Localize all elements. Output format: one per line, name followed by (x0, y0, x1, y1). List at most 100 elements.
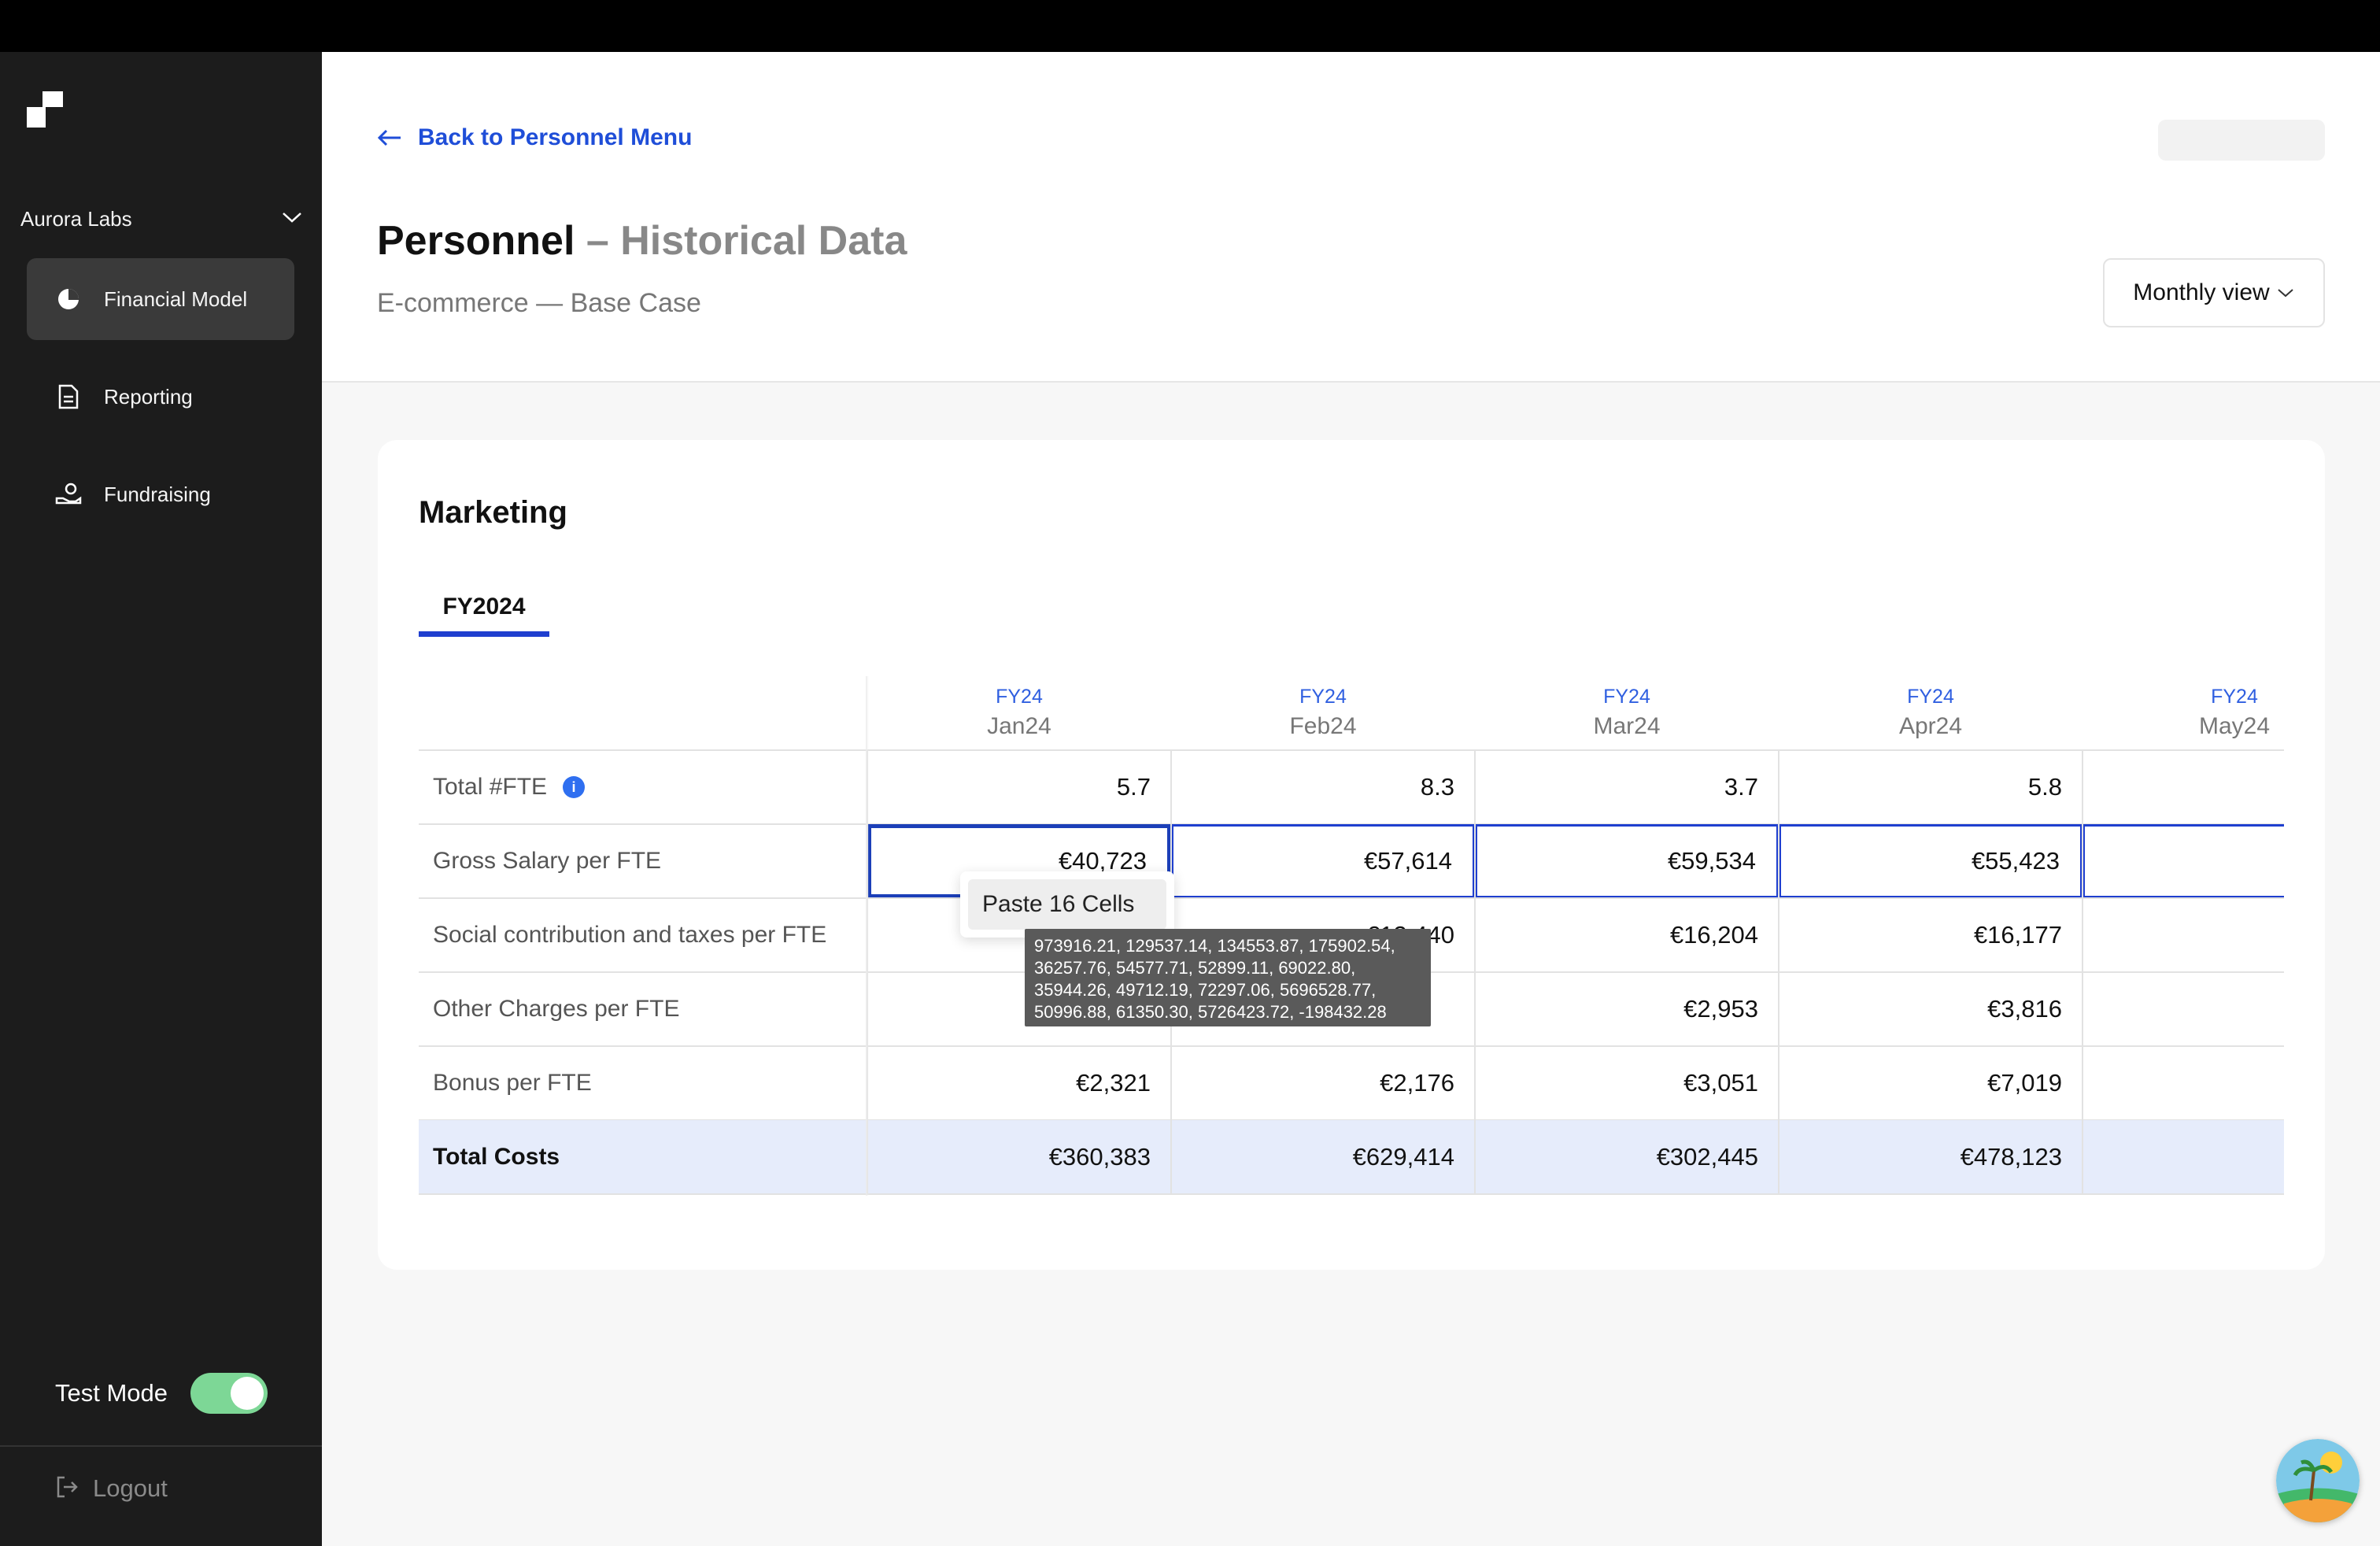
sidebar-item-label: Reporting (104, 384, 193, 409)
logout-label: Logout (93, 1474, 168, 1502)
table-cell[interactable]: 8 (2082, 750, 2284, 824)
assistant-avatar-button[interactable] (2276, 1439, 2360, 1522)
page-subtitle: E-commerce — Base Case (377, 288, 701, 318)
logout-button[interactable]: Logout (55, 1469, 168, 1508)
row-label-text: Social contribution and taxes per FTE (433, 922, 827, 948)
tooltip-line: 50996.88, 61350.30, 5726423.72, -198432.… (1034, 1002, 1387, 1022)
back-to-personnel-link[interactable]: Back to Personnel Menu (377, 124, 692, 151)
beach-avatar-icon (2276, 1439, 2360, 1522)
column-fiscal-year: FY24 (2211, 686, 2258, 708)
table-cell[interactable]: €2,321 (867, 1046, 1171, 1120)
row-label-text: Total Costs (433, 1144, 560, 1170)
hand-coins-icon (55, 481, 82, 508)
page-title-suffix: – Historical Data (575, 218, 907, 264)
row-label-text: Total #FTE (433, 774, 548, 800)
sidebar-item-fundraising[interactable]: Fundraising (27, 453, 294, 535)
column-fiscal-year: FY24 (1603, 686, 1650, 708)
column-header-feb24: FY24 Feb24 (1171, 676, 1475, 750)
sidebar-item-financial-model[interactable]: Financial Model (27, 258, 294, 340)
table-cell[interactable]: €10,2 (2082, 898, 2284, 972)
page-title: Personnel – Historical Data (377, 217, 907, 264)
table-cell[interactable]: €55,423 (1779, 824, 2082, 898)
column-divider (2082, 750, 2083, 1194)
table-cell[interactable]: €40,0 (2082, 824, 2284, 898)
table-row: Gross Salary per FTE €40,723 €57,614 €59,53… (419, 824, 2284, 898)
table-cell[interactable]: €7,019 (1779, 1046, 2082, 1120)
table-cell[interactable]: 3.7 (1475, 750, 1779, 824)
column-month: Jan24 (987, 713, 1051, 739)
view-mode-select[interactable]: Monthly view (2103, 258, 2325, 327)
sidebar-divider (0, 1445, 322, 1447)
table-row: Bonus per FTE €2,321€2,176€3,051€7,019€5,… (419, 1046, 2284, 1120)
sidebar-item-label: Fundraising (104, 482, 211, 506)
page-header: Back to Personnel Menu Personnel – Histo… (322, 52, 2380, 383)
chevron-down-icon (282, 211, 302, 227)
tooltip-line: 973916.21, 129537.14, 134553.87, 175902.… (1034, 936, 1395, 956)
test-mode-label: Test Mode (55, 1379, 168, 1407)
column-month: Apr24 (1898, 713, 1963, 739)
table-cell[interactable]: €3,816 (1779, 972, 2082, 1046)
table-cell[interactable]: €16,177 (1779, 898, 2082, 972)
arrow-left-icon (377, 129, 401, 146)
column-header-apr24: FY24 Apr24 (1779, 676, 2082, 750)
chevron-down-icon (2278, 289, 2293, 298)
org-switcher[interactable]: Aurora Labs (20, 202, 302, 236)
table-cell[interactable]: €5,4 (2082, 1046, 2284, 1120)
sticky-column-shadow (866, 676, 869, 1196)
table-cell[interactable]: 5.7 (867, 750, 1171, 824)
paste-context-menu: Paste 16 Cells (960, 871, 1174, 938)
row-label-text: Other Charges per FTE (433, 996, 680, 1022)
main-content: Back to Personnel Menu Personnel – Histo… (322, 52, 2380, 1546)
table-total-row: Total Costs €360,383 €629,414 €302,445 €478,… (419, 1120, 2284, 1194)
column-header-jan24: FY24 Jan24 (867, 676, 1171, 750)
tooltip-line: 35944.26, 49712.19, 72297.06, 5696528.77… (1034, 980, 1377, 1000)
back-link-label: Back to Personnel Menu (418, 124, 693, 150)
table-cell[interactable]: €2,176 (1171, 1046, 1475, 1120)
table-cell[interactable]: €629,414 (1171, 1120, 1475, 1194)
table-cell[interactable]: €478,123 (1779, 1120, 2082, 1194)
column-header-mar24: FY24 Mar24 (1475, 676, 1779, 750)
column-month: Mar24 (1593, 713, 1661, 739)
paste-cells-button[interactable]: Paste 16 Cells (968, 879, 1166, 930)
column-fiscal-year: FY24 (1299, 686, 1347, 708)
row-label-text: Bonus per FTE (433, 1070, 592, 1096)
sidebar-item-reporting[interactable]: Reporting (27, 356, 294, 438)
table-cell[interactable]: €3,8 (2082, 972, 2284, 1046)
row-divider (419, 1193, 2284, 1195)
app-logo-icon[interactable] (27, 91, 63, 128)
paste-preview-tooltip: 973916.21, 129537.14, 134553.87, 175902.… (1025, 929, 1431, 1026)
pie-chart-icon (55, 286, 82, 313)
column-header-may24: FY24 May24 (2082, 676, 2284, 750)
table-cell[interactable]: €16,204 (1475, 898, 1779, 972)
marketing-card: Marketing FY2024 FY24 Jan24 FY24 Feb24 FY24 M… (378, 440, 2325, 1270)
table-cell[interactable]: €488,9 (2082, 1120, 2284, 1194)
table-cell[interactable]: €2,953 (1475, 972, 1779, 1046)
org-name: Aurora Labs (20, 206, 132, 231)
column-month: May24 (2198, 713, 2271, 739)
tab-fy2024[interactable]: FY2024 (419, 582, 549, 637)
column-fiscal-year: FY24 (996, 686, 1043, 708)
header-action-placeholder[interactable] (2158, 120, 2325, 161)
table-cell[interactable]: €57,614 (1171, 824, 1475, 898)
table-cell[interactable]: €360,383 (867, 1120, 1171, 1194)
page-title-main: Personnel (377, 218, 575, 264)
row-label: Bonus per FTE (433, 1046, 592, 1120)
table-cell[interactable]: €3,051 (1475, 1046, 1779, 1120)
test-mode-toggle[interactable] (190, 1373, 268, 1414)
table-row: Total #FTE i 5.78.33.75.88 (419, 750, 2284, 824)
info-icon[interactable]: i (563, 776, 586, 798)
table-cell[interactable]: 5.8 (1779, 750, 2082, 824)
column-divider (1474, 750, 1476, 1194)
window-top-bar (0, 0, 2380, 52)
tooltip-line: 36257.76, 54577.71, 52899.11, 69022.80, (1034, 958, 1356, 978)
row-label: Other Charges per FTE (433, 972, 679, 1046)
row-label-text: Gross Salary per FTE (433, 848, 662, 874)
toggle-knob (231, 1377, 264, 1410)
row-label: Total #FTE i (433, 750, 586, 824)
table-cell[interactable]: 8.3 (1171, 750, 1475, 824)
document-icon (55, 383, 82, 410)
sidebar: Aurora Labs Financial Model Reporting Fu… (0, 52, 322, 1546)
table-cell[interactable]: €59,534 (1475, 824, 1779, 898)
sidebar-item-label: Financial Model (104, 287, 248, 311)
table-cell[interactable]: €302,445 (1475, 1120, 1779, 1194)
